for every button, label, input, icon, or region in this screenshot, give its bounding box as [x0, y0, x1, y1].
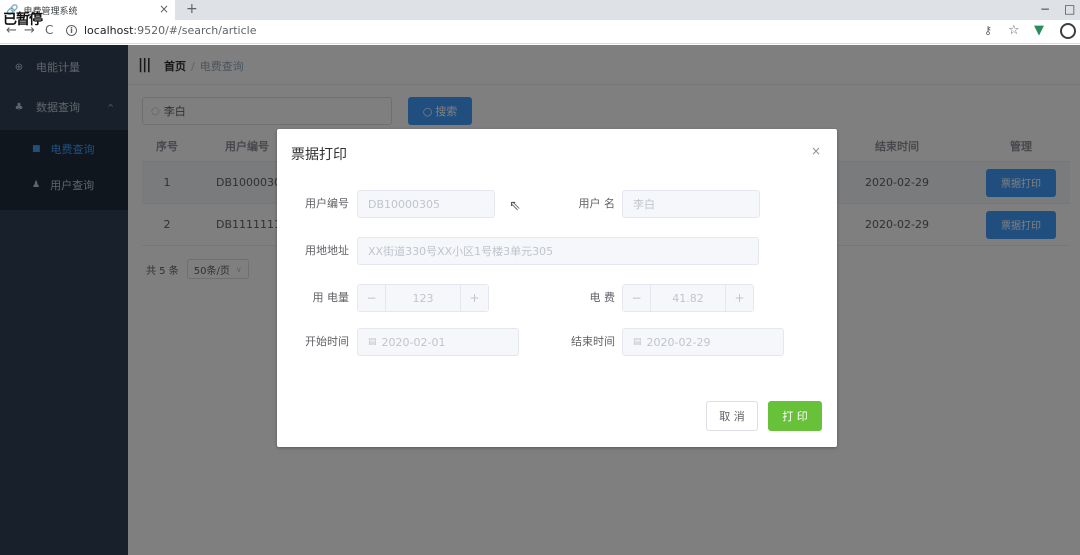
- calendar-icon: ▤: [633, 337, 642, 347]
- usage-stepper[interactable]: − 123 +: [357, 284, 489, 312]
- url-field[interactable]: localhost:9520/#/search/article: [84, 24, 256, 37]
- cancel-button[interactable]: 取 消: [706, 401, 758, 431]
- end-date-value: 2020-02-29: [646, 335, 711, 349]
- paused-label: 已暂停: [3, 12, 43, 28]
- usage-label: 用 电量: [312, 291, 350, 304]
- address-field[interactable]: XX街道330号XX小区1号楼3单元305: [357, 237, 759, 265]
- print-dialog: 票据打印 × 用户编号 DB10000305 用户 名 李白 用地地址 XX街道…: [277, 129, 837, 447]
- vue-devtools-icon[interactable]: ▼: [1034, 23, 1044, 38]
- user-id-value: DB10000305: [368, 197, 441, 211]
- minimize-button[interactable]: −: [1040, 0, 1050, 18]
- new-tab-button[interactable]: +: [186, 0, 198, 18]
- browser-tab-strip: 🔗 电费管理系统 × + − □: [0, 0, 1080, 20]
- minus-icon[interactable]: −: [623, 285, 651, 311]
- calendar-icon: ▤: [368, 337, 377, 347]
- user-name-value: 李白: [633, 198, 655, 211]
- end-time-label: 结束时间: [571, 335, 615, 348]
- user-name-label: 用户 名: [578, 197, 616, 210]
- star-icon[interactable]: ☆: [1008, 23, 1020, 38]
- key-icon[interactable]: ⚷: [984, 24, 992, 37]
- user-id-field[interactable]: DB10000305: [357, 190, 495, 218]
- plus-icon[interactable]: +: [725, 285, 753, 311]
- start-date-picker[interactable]: ▤ 2020-02-01: [357, 328, 519, 356]
- address-label: 用地地址: [305, 244, 349, 257]
- usage-value: 123: [412, 291, 434, 305]
- start-time-label: 开始时间: [305, 335, 349, 348]
- minus-icon[interactable]: −: [358, 285, 386, 311]
- fee-stepper[interactable]: − 41.82 +: [622, 284, 754, 312]
- plus-icon[interactable]: +: [460, 285, 488, 311]
- fee-value: 41.82: [672, 291, 704, 305]
- start-date-value: 2020-02-01: [381, 335, 446, 349]
- restore-button[interactable]: □: [1064, 0, 1075, 18]
- mouse-cursor-icon: ⇖: [509, 198, 521, 214]
- print-button[interactable]: 打 印: [768, 401, 822, 431]
- tab-close-icon[interactable]: ×: [159, 2, 169, 16]
- address-bar: ← → C i localhost:9520/#/search/article …: [0, 20, 1080, 44]
- dialog-title: 票据打印: [291, 147, 347, 163]
- close-icon[interactable]: ×: [811, 144, 821, 158]
- address-value: XX街道330号XX小区1号楼3单元305: [368, 245, 554, 258]
- user-name-field[interactable]: 李白: [622, 190, 760, 218]
- reload-icon[interactable]: C: [45, 23, 53, 37]
- info-icon[interactable]: i: [66, 25, 77, 36]
- fee-label: 电 费: [589, 291, 616, 304]
- end-date-picker[interactable]: ▤ 2020-02-29: [622, 328, 784, 356]
- profile-icon[interactable]: [1060, 23, 1076, 39]
- user-id-label: 用户编号: [305, 197, 349, 210]
